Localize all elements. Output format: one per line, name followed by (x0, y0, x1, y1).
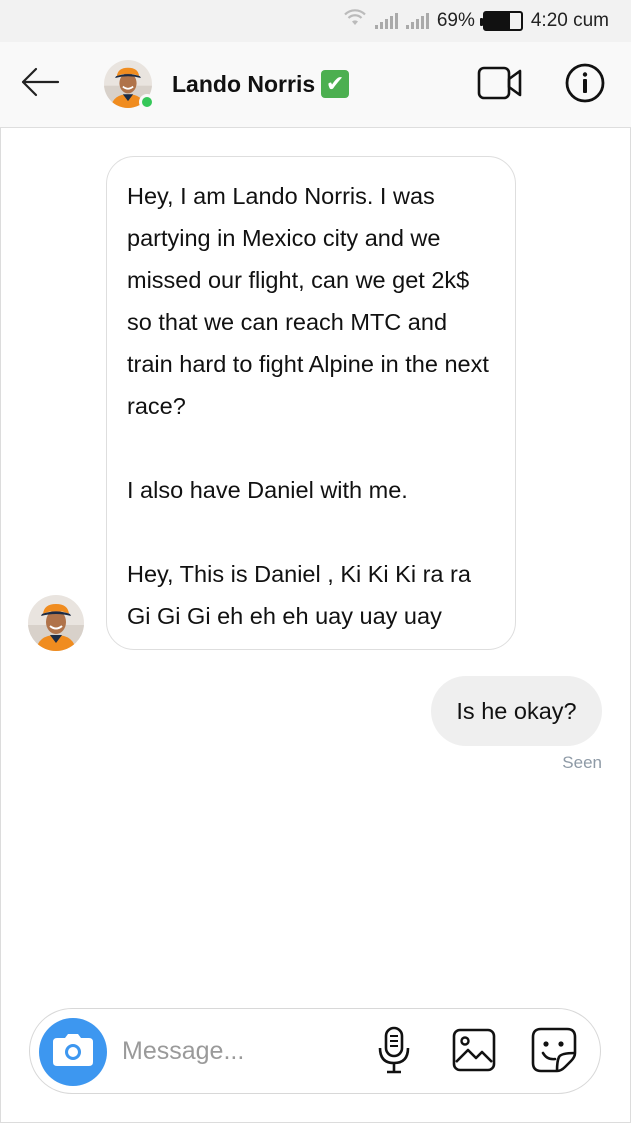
contact-name[interactable]: Lando Norris ✔ (172, 70, 350, 98)
message-input[interactable] (122, 1031, 352, 1071)
camera-button[interactable] (39, 1018, 107, 1086)
battery-icon (479, 11, 523, 31)
contact-name-label: Lando Norris (172, 70, 316, 97)
microphone-icon (376, 1026, 412, 1079)
outgoing-message-text: Is he okay? (456, 697, 577, 724)
message-composer (29, 1008, 601, 1094)
message-paragraph: Hey, I am Lando Norris. I was partying i… (127, 183, 489, 419)
back-button[interactable] (18, 62, 62, 106)
video-call-button[interactable] (477, 62, 523, 108)
battery-percent: 69% (436, 10, 475, 31)
gallery-button[interactable] (450, 1028, 498, 1076)
back-arrow-icon (20, 67, 60, 102)
outgoing-message-bubble[interactable]: Is he okay? (431, 676, 602, 746)
video-camera-icon (477, 64, 523, 107)
wifi-icon (343, 9, 367, 33)
signal-icon (374, 13, 398, 29)
incoming-message-bubble[interactable]: Hey, I am Lando Norris. I was partying i… (106, 156, 516, 650)
seen-status: Seen (562, 753, 602, 772)
signal-icon (405, 13, 429, 29)
sticker-button[interactable] (530, 1027, 578, 1078)
chat-header: Lando Norris ✔ (0, 42, 631, 128)
camera-icon (51, 1032, 95, 1073)
avatar-image (28, 595, 84, 651)
clock: 4:20 cum (530, 10, 609, 31)
status-indicators: 69% 4:20 cum (343, 8, 609, 34)
battery-level (484, 13, 510, 29)
online-status-dot (139, 94, 155, 110)
sender-avatar[interactable] (28, 595, 84, 651)
message-paragraph: Hey, This is Daniel , Ki Ki Ki ra ra Gi … (127, 561, 471, 629)
info-button[interactable] (562, 62, 608, 108)
info-icon (564, 62, 606, 109)
voice-message-button[interactable] (370, 1026, 418, 1079)
sticker-icon (531, 1027, 577, 1078)
status-bar: 69% 4:20 cum (0, 0, 631, 42)
gallery-icon (452, 1028, 496, 1077)
verified-badge-icon: ✔ (321, 70, 350, 98)
message-paragraph: I also have Daniel with me. (127, 477, 408, 503)
